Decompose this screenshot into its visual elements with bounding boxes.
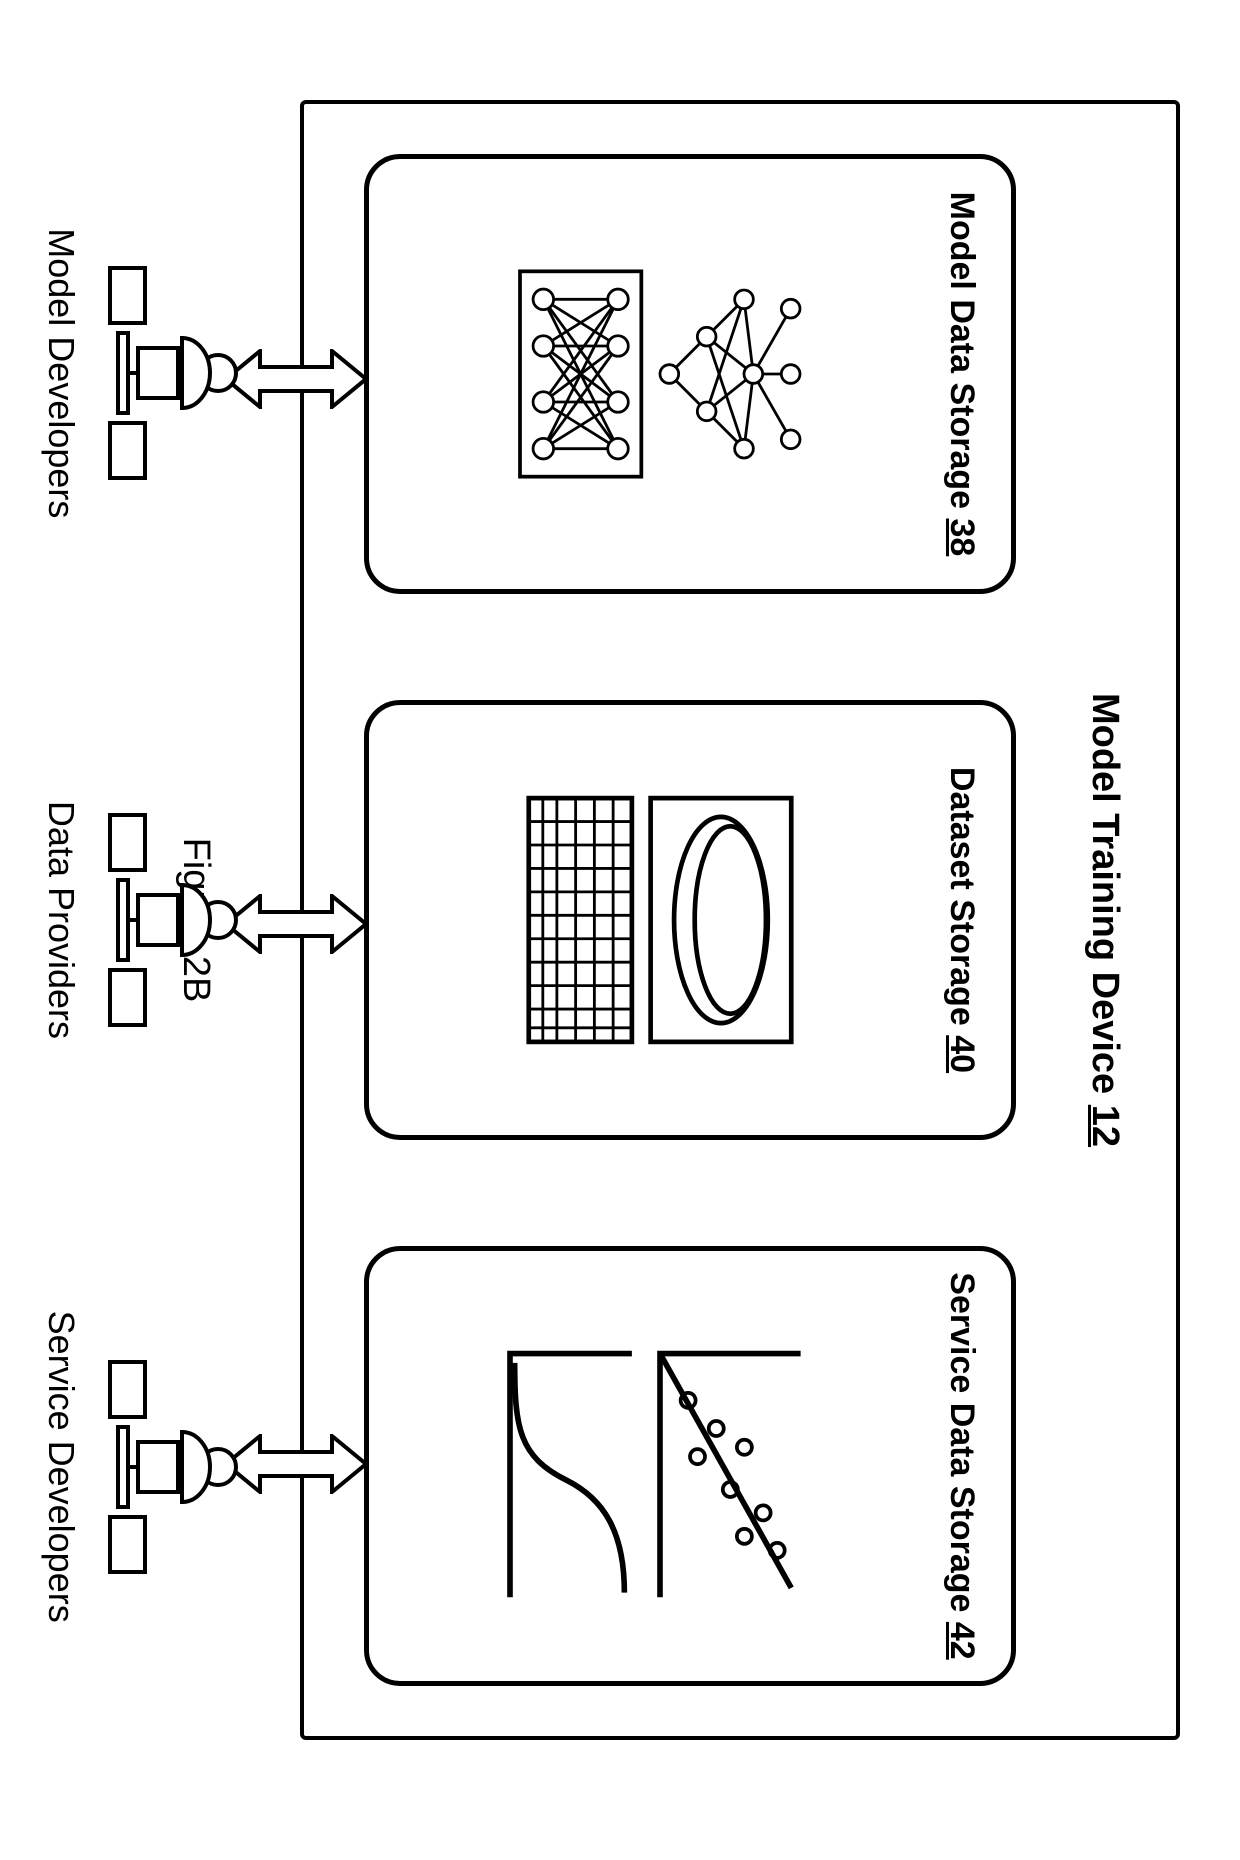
database-table-icon — [399, 725, 922, 1115]
device-title-text: Model Training Device — [1084, 693, 1126, 1094]
service-developers-actor: Service Developers — [40, 1267, 240, 1667]
service-data-storage-card: Service Data Storage 42 — [364, 1246, 1016, 1686]
bidir-arrow-icon — [226, 349, 366, 409]
bidir-arrow-icon — [226, 1434, 366, 1494]
service-card-title: Service Data Storage 42 — [942, 1272, 981, 1659]
service-developers-label: Service Developers — [40, 1311, 82, 1623]
dataset-card-title: Dataset Storage 40 — [942, 767, 981, 1073]
neural-network-icon — [399, 179, 922, 569]
data-providers-label: Data Providers — [40, 801, 82, 1039]
person-computer-icon — [100, 253, 240, 493]
model-card-title: Model Data Storage 38 — [942, 192, 981, 557]
model-developers-label: Model Developers — [40, 228, 82, 518]
person-computer-icon — [100, 800, 240, 1040]
model-developers-actor: Model Developers — [40, 173, 240, 573]
model-data-storage-card: Model Data Storage 38 — [364, 154, 1016, 594]
data-providers-actor: Data Providers — [40, 720, 240, 1120]
device-title-num: 12 — [1084, 1105, 1126, 1147]
bidir-arrow-icon — [226, 894, 366, 954]
dataset-storage-card: Dataset Storage 40 — [364, 700, 1016, 1140]
model-training-device-frame: Model Training Device 12 Model Data Stor… — [300, 100, 1180, 1740]
device-title: Model Training Device 12 — [1083, 693, 1126, 1147]
person-computer-icon — [100, 1347, 240, 1587]
charts-icon — [399, 1271, 922, 1661]
